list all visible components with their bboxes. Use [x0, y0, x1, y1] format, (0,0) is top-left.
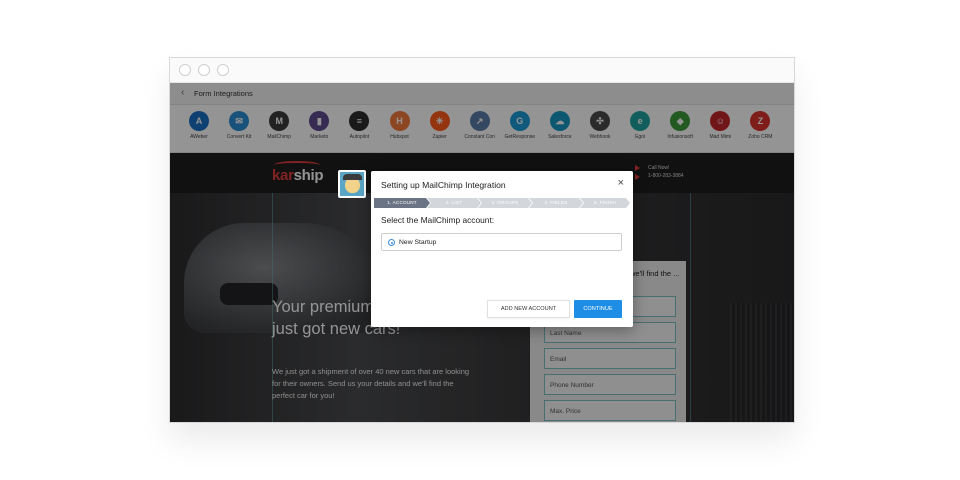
browser-titlebar	[170, 58, 794, 83]
mailchimp-setup-modal: Setting up MailChimp Integration × 1. AC…	[371, 171, 633, 327]
radio-selected-icon[interactable]	[388, 239, 395, 246]
browser-window: ‹ Form Integrations A AWeber ✉ Convert Kit M…	[169, 57, 795, 423]
window-minimize-dot[interactable]	[198, 64, 210, 76]
account-option[interactable]: New Startup	[381, 233, 622, 251]
close-icon[interactable]: ×	[618, 177, 624, 189]
step-fields[interactable]: 4. FIELDS	[529, 198, 583, 208]
account-label: New Startup	[399, 239, 437, 246]
continue-button[interactable]: CONTINUE	[574, 300, 622, 318]
app-viewport: ‹ Form Integrations A AWeber ✉ Convert Kit M…	[170, 83, 794, 422]
step-list[interactable]: 2. LIST	[427, 198, 481, 208]
step-finish[interactable]: 5. FINISH	[580, 198, 630, 208]
step-groups[interactable]: 3. GROUPS	[478, 198, 532, 208]
window-close-dot[interactable]	[179, 64, 191, 76]
modal-title: Setting up MailChimp Integration	[381, 180, 506, 190]
wizard-steps: 1. ACCOUNT 2. LIST 3. GROUPS 4. FIELDS 5…	[374, 198, 630, 208]
add-new-account-button[interactable]: ADD NEW ACCOUNT	[487, 300, 570, 318]
mailchimp-avatar-icon	[338, 170, 366, 198]
step-account[interactable]: 1. ACCOUNT	[374, 198, 430, 208]
modal-subtitle: Select the MailChimp account:	[381, 215, 495, 225]
avatar-hat	[343, 174, 362, 180]
window-maximize-dot[interactable]	[217, 64, 229, 76]
